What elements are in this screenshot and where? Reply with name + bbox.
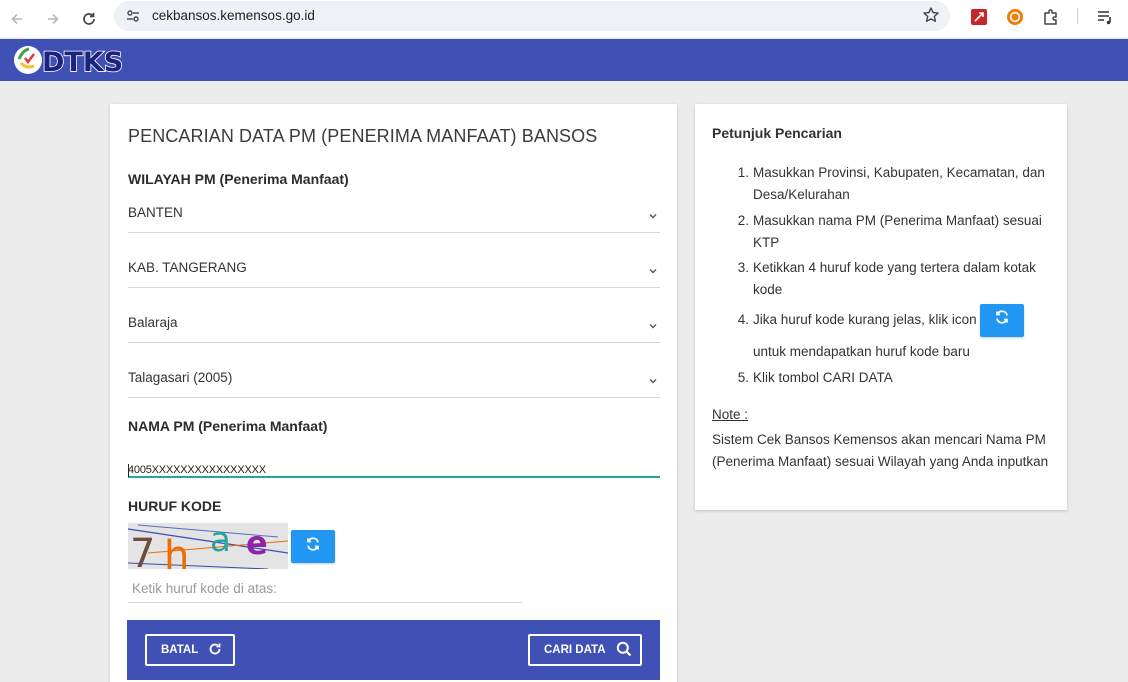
name-input-value: 4005XXXXXXXXXXXXXXXX	[128, 464, 266, 476]
search-button-label: CARI DATA	[544, 644, 606, 656]
media-queue-icon[interactable]	[1094, 6, 1116, 28]
bookmark-star-icon[interactable]	[922, 6, 940, 29]
refresh-icon	[994, 309, 1010, 332]
province-value: BANTEN	[128, 205, 183, 220]
step-number: 1.	[737, 165, 749, 180]
svg-text:DTKS: DTKS	[42, 47, 123, 77]
refresh-icon	[305, 536, 321, 557]
step-text: Masukkan Provinsi, Kabupaten, Kecamatan,…	[753, 165, 1045, 202]
district-select[interactable]: Balaraja	[128, 305, 660, 343]
note-title: Note :	[712, 407, 749, 422]
step-number: 2.	[737, 213, 749, 228]
chevron-down-icon	[648, 372, 658, 390]
url-text: cekbansos.kemensos.go.id	[152, 8, 315, 23]
back-arrow-icon[interactable]	[4, 6, 30, 32]
toolbar-divider	[1077, 8, 1078, 24]
province-select[interactable]: BANTEN	[128, 195, 660, 233]
help-title: Petunjuk Pencarian	[712, 125, 842, 141]
village-value: Talagasari (2005)	[128, 370, 233, 385]
app-header: DTKS	[0, 39, 1128, 81]
step-text: untuk mendapatkan huruf kode baru	[753, 344, 970, 359]
browser-toolbar: cekbansos.kemensos.go.id	[0, 0, 1128, 39]
step-number: 3.	[737, 260, 749, 275]
captcha-input[interactable]	[128, 574, 522, 602]
action-bar: BATAL CARI DATA	[127, 620, 660, 680]
search-icon	[616, 641, 632, 660]
step-text: Masukkan nama PM (Penerima Manfaat) sesu…	[753, 213, 1042, 250]
captcha-char: e	[246, 524, 268, 562]
captcha-char: h	[164, 533, 189, 569]
page-title: PENCARIAN DATA PM (PENERIMA MANFAAT) BAN…	[128, 126, 598, 146]
extensions-puzzle-icon[interactable]	[1040, 6, 1062, 28]
pdf-extension-icon[interactable]	[968, 6, 990, 28]
address-bar[interactable]: cekbansos.kemensos.go.id	[114, 1, 950, 31]
search-form-card: PENCARIAN DATA PM (PENERIMA MANFAAT) BAN…	[110, 104, 677, 682]
captcha-section-label: HURUF KODE	[128, 498, 222, 514]
duckduckgo-extension-icon[interactable]	[1004, 6, 1026, 28]
step-text: Ketikkan 4 huruf kode yang tertera dalam…	[753, 260, 1036, 297]
captcha-image: 7 h a e	[128, 523, 288, 569]
text-caret	[128, 464, 129, 477]
step-text: Klik tombol CARI DATA	[753, 370, 893, 385]
reset-icon	[208, 642, 222, 659]
district-value: Balaraja	[128, 315, 178, 330]
step-number: 4.	[737, 312, 749, 327]
village-select[interactable]: Talagasari (2005)	[128, 360, 660, 398]
step-number: 5.	[737, 370, 749, 385]
cancel-button[interactable]: BATAL	[145, 634, 235, 666]
dtks-logo[interactable]: DTKS	[12, 43, 128, 79]
forward-arrow-icon[interactable]	[40, 6, 66, 32]
chevron-down-icon	[648, 317, 658, 335]
help-card: Petunjuk Pencarian 1. Masukkan Provinsi,…	[695, 104, 1067, 510]
search-button[interactable]: CARI DATA	[528, 634, 642, 666]
chevron-down-icon	[648, 262, 658, 280]
chevron-down-icon	[648, 207, 658, 225]
note-text: Sistem Cek Bansos Kemensos akan mencari …	[712, 432, 1049, 469]
name-input[interactable]: 4005XXXXXXXXXXXXXXXX	[128, 448, 660, 478]
help-refresh-icon-sample	[980, 304, 1024, 337]
cancel-button-label: BATAL	[161, 644, 199, 656]
captcha-char: 7	[130, 531, 155, 569]
regency-value: KAB. TANGERANG	[128, 260, 247, 275]
regency-select[interactable]: KAB. TANGERANG	[128, 250, 660, 288]
captcha-refresh-button[interactable]	[291, 530, 335, 563]
region-section-label: WILAYAH PM (Penerima Manfaat)	[128, 171, 349, 187]
reload-icon[interactable]	[76, 6, 102, 32]
name-section-label: NAMA PM (Penerima Manfaat)	[128, 418, 328, 434]
site-settings-icon[interactable]	[124, 7, 142, 30]
captcha-input-wrapper	[128, 574, 522, 603]
captcha-char: a	[210, 523, 231, 560]
